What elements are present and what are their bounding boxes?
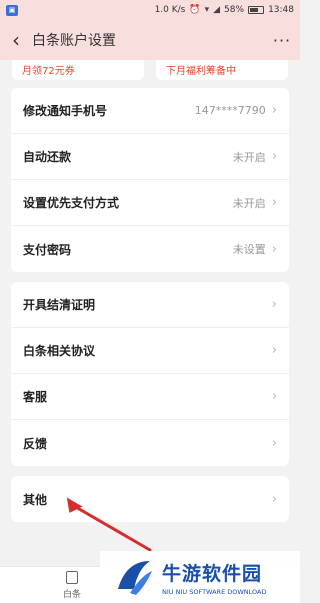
- page-title: 白条账户设置: [32, 33, 116, 49]
- watermark-logo: [118, 561, 152, 595]
- tab-label: 白条: [62, 590, 81, 600]
- row-value: 未开启: [232, 196, 266, 210]
- chevron-right-icon: ›: [271, 103, 277, 118]
- settings-group-other: 其他 ›: [11, 476, 289, 522]
- row-auto-repay[interactable]: 自动还款 未开启 ›: [11, 134, 289, 180]
- promo-text: 下月福利筹备中: [166, 66, 236, 77]
- row-label: 修改通知手机号: [23, 104, 108, 118]
- row-other[interactable]: 其他 ›: [11, 476, 289, 522]
- promo-text: 月领72元券: [22, 66, 75, 77]
- promo-card-coupon[interactable]: 月领72元券: [12, 60, 144, 80]
- row-label: 设置优先支付方式: [23, 196, 120, 210]
- alarm-icon: ⏰: [189, 5, 201, 15]
- status-bar: ▣ 1.0 K/s ⏰ ▾ ◢ 58% 13:48: [0, 0, 300, 20]
- chevron-right-icon: ›: [271, 195, 277, 210]
- clock: 13:48: [268, 5, 294, 15]
- row-settlement-proof[interactable]: 开具结清证明 ›: [11, 282, 289, 328]
- watermark-en: NIU NIU SOFTWARE DOWNLOAD: [162, 587, 267, 596]
- row-feedback[interactable]: 反馈 ›: [11, 420, 289, 466]
- nav-bar: ‹ 白条账户设置 ···: [0, 20, 300, 60]
- wifi-icon: ▾: [204, 5, 210, 15]
- chevron-left-icon: ‹: [12, 28, 20, 52]
- chevron-right-icon: ›: [271, 297, 277, 312]
- row-label: 自动还款: [23, 150, 72, 164]
- row-value: 147****7790: [194, 104, 266, 117]
- back-button[interactable]: ‹: [0, 20, 32, 60]
- app-notification-icon: ▣: [6, 4, 18, 16]
- settings-group-account: 修改通知手机号 147****7790 › 自动还款 未开启 › 设置优先支付方…: [11, 88, 289, 272]
- chevron-right-icon: ›: [271, 343, 277, 358]
- row-label: 开具结清证明: [23, 298, 96, 312]
- row-label: 反馈: [23, 436, 48, 451]
- promo-card-welfare[interactable]: 下月福利筹备中: [156, 60, 288, 80]
- row-label: 其他: [23, 492, 48, 507]
- more-button[interactable]: ···: [264, 20, 300, 60]
- promo-row: 月领72元券 下月福利筹备中: [0, 60, 300, 80]
- row-customer-service[interactable]: 客服 ›: [11, 374, 289, 420]
- row-label: 支付密码: [23, 242, 72, 257]
- chevron-right-icon: ›: [271, 435, 277, 451]
- row-preferred-payment[interactable]: 设置优先支付方式 未开启 ›: [11, 180, 289, 226]
- row-value: 未开启: [232, 150, 266, 164]
- battery-percent: 58%: [224, 5, 245, 15]
- row-value: 未设置: [232, 243, 266, 256]
- signal-icon: ◢: [213, 5, 221, 15]
- row-payment-password[interactable]: 支付密码 未设置 ›: [11, 226, 289, 272]
- chevron-right-icon: ›: [271, 389, 277, 404]
- row-label: 白条相关协议: [23, 344, 96, 358]
- tab-baitiao[interactable]: 白条: [52, 571, 92, 600]
- document-icon: [66, 571, 78, 584]
- row-agreements[interactable]: 白条相关协议 ›: [11, 328, 289, 374]
- watermark: 牛游软件园 NIU NIU SOFTWARE DOWNLOAD: [100, 551, 300, 603]
- chevron-right-icon: ›: [271, 491, 277, 507]
- settings-group-service: 开具结清证明 › 白条相关协议 › 客服 › 反馈 ›: [11, 282, 289, 466]
- chevron-right-icon: ›: [271, 241, 277, 257]
- network-speed: 1.0 K/s: [154, 5, 186, 15]
- watermark-cn: 牛游软件园: [162, 562, 263, 585]
- row-notify-phone[interactable]: 修改通知手机号 147****7790 ›: [11, 88, 289, 134]
- more-dots-icon: ···: [272, 30, 292, 50]
- battery-icon: [248, 6, 265, 14]
- row-label: 客服: [23, 390, 48, 404]
- chevron-right-icon: ›: [271, 149, 277, 164]
